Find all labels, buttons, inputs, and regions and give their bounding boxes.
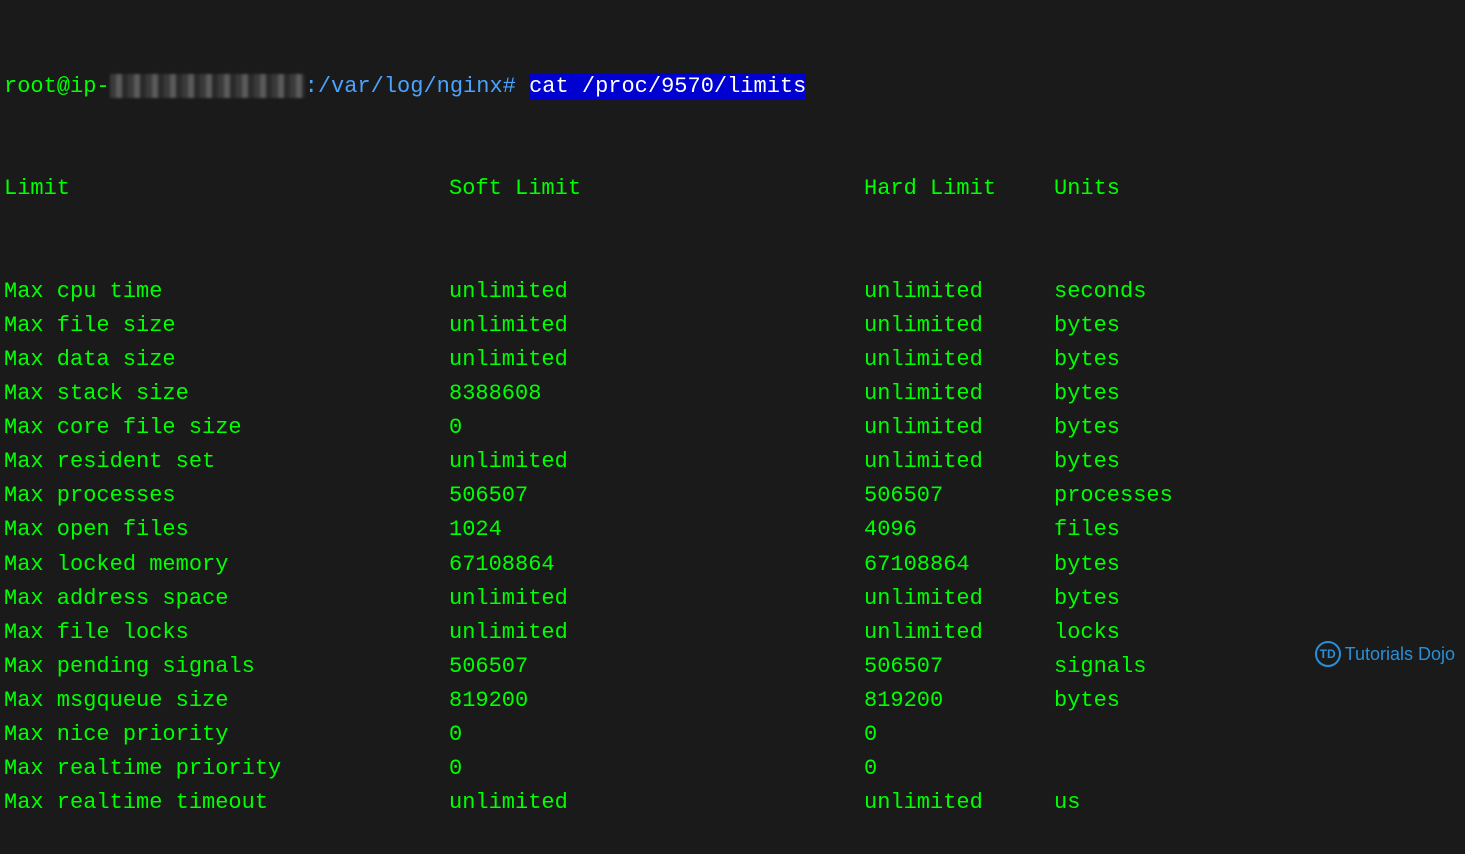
hard-limit: 819200: [864, 684, 1054, 718]
soft-limit: 0: [449, 752, 864, 786]
units: bytes: [1054, 411, 1120, 445]
soft-limit: 506507: [449, 650, 864, 684]
hard-limit: unlimited: [864, 445, 1054, 479]
soft-limit: unlimited: [449, 616, 864, 650]
units: processes: [1054, 479, 1173, 513]
soft-limit: 506507: [449, 479, 864, 513]
table-row: Max cpu timeunlimitedunlimitedseconds: [4, 275, 1465, 309]
limit-name: Max pending signals: [4, 650, 449, 684]
soft-limit: 0: [449, 718, 864, 752]
table-row: Max core file size0unlimitedbytes: [4, 411, 1465, 445]
hard-limit: 506507: [864, 479, 1054, 513]
prompt-line: root@ip- :/var/log/nginx# cat /proc/9570/…: [4, 70, 1465, 104]
hard-limit: unlimited: [864, 377, 1054, 411]
soft-limit: 67108864: [449, 548, 864, 582]
units: bytes: [1054, 684, 1120, 718]
table-row: Max file locksunlimitedunlimitedlocks: [4, 616, 1465, 650]
table-row: Max pending signals506507506507signals: [4, 650, 1465, 684]
table-row: Max processes506507506507processes: [4, 479, 1465, 513]
header-row: LimitSoft LimitHard LimitUnits: [4, 172, 1465, 206]
hard-limit: unlimited: [864, 309, 1054, 343]
header-limit: Limit: [4, 172, 449, 206]
hard-limit: 506507: [864, 650, 1054, 684]
hard-limit: 0: [864, 752, 1054, 786]
soft-limit: unlimited: [449, 582, 864, 616]
units: bytes: [1054, 548, 1120, 582]
table-row: Max realtime priority00: [4, 752, 1465, 786]
limit-name: Max realtime timeout: [4, 786, 449, 820]
units: bytes: [1054, 343, 1120, 377]
limit-name: Max address space: [4, 582, 449, 616]
units: signals: [1054, 650, 1146, 684]
limit-name: Max file locks: [4, 616, 449, 650]
table-row: Max resident setunlimitedunlimitedbytes: [4, 445, 1465, 479]
table-row: Max realtime timeoutunlimitedunlimitedus: [4, 786, 1465, 820]
table-row: Max msgqueue size819200819200bytes: [4, 684, 1465, 718]
prompt-user: root@ip-: [4, 74, 110, 99]
terminal-output[interactable]: root@ip- :/var/log/nginx# cat /proc/9570/…: [0, 0, 1465, 854]
redacted-ip: [110, 74, 305, 98]
table-row: Max nice priority00: [4, 718, 1465, 752]
table-row: Max data sizeunlimitedunlimitedbytes: [4, 343, 1465, 377]
prompt-path: :/var/log/nginx#: [305, 74, 516, 99]
hard-limit: unlimited: [864, 616, 1054, 650]
units: files: [1054, 513, 1120, 547]
soft-limit: 1024: [449, 513, 864, 547]
soft-limit: 8388608: [449, 377, 864, 411]
hard-limit: unlimited: [864, 786, 1054, 820]
limit-name: Max resident set: [4, 445, 449, 479]
units: us: [1054, 786, 1080, 820]
limit-name: Max locked memory: [4, 548, 449, 582]
table-row: Max stack size8388608unlimitedbytes: [4, 377, 1465, 411]
limit-name: Max msgqueue size: [4, 684, 449, 718]
limit-name: Max processes: [4, 479, 449, 513]
limit-name: Max file size: [4, 309, 449, 343]
soft-limit: unlimited: [449, 309, 864, 343]
limit-name: Max data size: [4, 343, 449, 377]
table-row: Max open files10244096files: [4, 513, 1465, 547]
soft-limit: 819200: [449, 684, 864, 718]
watermark-text: Tutorials Dojo: [1345, 644, 1455, 665]
units: locks: [1054, 616, 1120, 650]
limit-name: Max open files: [4, 513, 449, 547]
units: bytes: [1054, 445, 1120, 479]
hard-limit: unlimited: [864, 275, 1054, 309]
command-text: cat /proc/9570/limits: [529, 74, 806, 99]
watermark-badge: TD: [1315, 641, 1341, 667]
header-soft: Soft Limit: [449, 172, 864, 206]
units: bytes: [1054, 309, 1120, 343]
hard-limit: 0: [864, 718, 1054, 752]
table-row: Max locked memory6710886467108864bytes: [4, 548, 1465, 582]
header-hard: Hard Limit: [864, 172, 1054, 206]
hard-limit: unlimited: [864, 343, 1054, 377]
soft-limit: unlimited: [449, 275, 864, 309]
table-row: Max address spaceunlimitedunlimitedbytes: [4, 582, 1465, 616]
table-row: Max file sizeunlimitedunlimitedbytes: [4, 309, 1465, 343]
limit-name: Max stack size: [4, 377, 449, 411]
soft-limit: 0: [449, 411, 864, 445]
limit-name: Max cpu time: [4, 275, 449, 309]
header-units: Units: [1054, 172, 1120, 206]
limit-name: Max nice priority: [4, 718, 449, 752]
limit-name: Max realtime priority: [4, 752, 449, 786]
watermark: TD Tutorials Dojo: [1315, 641, 1455, 667]
soft-limit: unlimited: [449, 445, 864, 479]
units: seconds: [1054, 275, 1146, 309]
limit-name: Max core file size: [4, 411, 449, 445]
units: bytes: [1054, 377, 1120, 411]
soft-limit: unlimited: [449, 786, 864, 820]
hard-limit: 4096: [864, 513, 1054, 547]
units: bytes: [1054, 582, 1120, 616]
soft-limit: unlimited: [449, 343, 864, 377]
hard-limit: unlimited: [864, 411, 1054, 445]
hard-limit: 67108864: [864, 548, 1054, 582]
hard-limit: unlimited: [864, 582, 1054, 616]
